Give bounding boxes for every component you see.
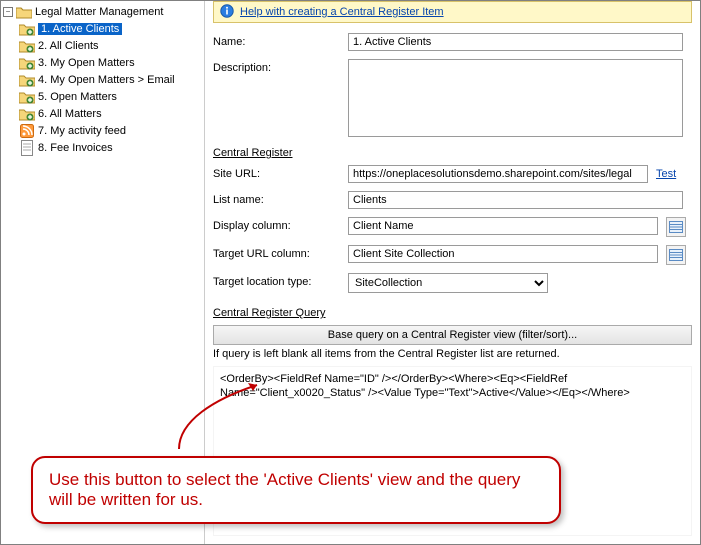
list-name-label: List name: [213,191,348,206]
central-register-heading: Central Register [213,145,348,159]
tree-item[interactable]: 2. All Clients [1,37,204,54]
section-icon [19,89,35,105]
section-icon [19,72,35,88]
query-note: If query is left blank all items from th… [213,348,692,360]
tree-item[interactable]: 6. All Matters [1,105,204,122]
tree-item[interactable]: 4. My Open Matters > Email [1,71,204,88]
description-input[interactable] [348,59,683,137]
target-location-select[interactable]: SiteCollection [348,273,548,293]
tree-item-label: 8. Fee Invoices [38,142,113,154]
tree-item-label: 4. My Open Matters > Email [38,74,175,86]
base-query-button[interactable]: Base query on a Central Register view (f… [213,325,692,345]
name-input[interactable] [348,33,683,51]
section-icon [19,106,35,122]
tree-item[interactable]: 5. Open Matters [1,88,204,105]
section-icon [19,21,35,37]
tree-item-label: 1. Active Clients [38,23,122,35]
section-icon [19,55,35,71]
target-url-input[interactable] [348,245,658,263]
tree-item-label: 5. Open Matters [38,91,117,103]
display-column-input[interactable] [348,217,658,235]
list-name-input[interactable] [348,191,683,209]
tree-item[interactable]: 8. Fee Invoices [1,139,204,156]
tree-item-label: 6. All Matters [38,108,102,120]
tree-item[interactable]: 1. Active Clients [1,20,204,37]
display-column-picker-button[interactable] [666,217,686,237]
site-url-input[interactable] [348,165,648,183]
invoice-icon [19,140,35,156]
target-url-label: Target URL column: [213,245,348,260]
site-url-label: Site URL: [213,165,348,180]
callout-tail [149,381,269,451]
help-bar: Help with creating a Central Register It… [213,1,692,23]
help-link[interactable]: Help with creating a Central Register It… [240,6,444,18]
tree-item[interactable]: 3. My Open Matters [1,54,204,71]
tree-item[interactable]: 7. My activity feed [1,122,204,139]
target-url-picker-button[interactable] [666,245,686,265]
tree-root-row[interactable]: − Legal Matter Management [1,3,204,20]
tree-item-label: 2. All Clients [38,40,99,52]
collapse-icon[interactable]: − [3,7,13,17]
description-label: Description: [213,59,348,137]
central-register-query-heading: Central Register Query [213,305,348,319]
feed-icon [19,123,35,139]
section-icon [19,38,35,54]
annotation-callout: Use this button to select the 'Active Cl… [31,456,561,524]
folder-icon [16,4,32,20]
test-link[interactable]: Test [656,168,676,180]
name-label: Name: [213,33,348,48]
tree-item-label: 7. My activity feed [38,125,126,137]
tree-root-label: Legal Matter Management [35,6,163,18]
info-icon [220,4,234,21]
target-location-label: Target location type: [213,273,348,288]
display-column-label: Display column: [213,217,348,232]
tree-item-label: 3. My Open Matters [38,57,135,69]
